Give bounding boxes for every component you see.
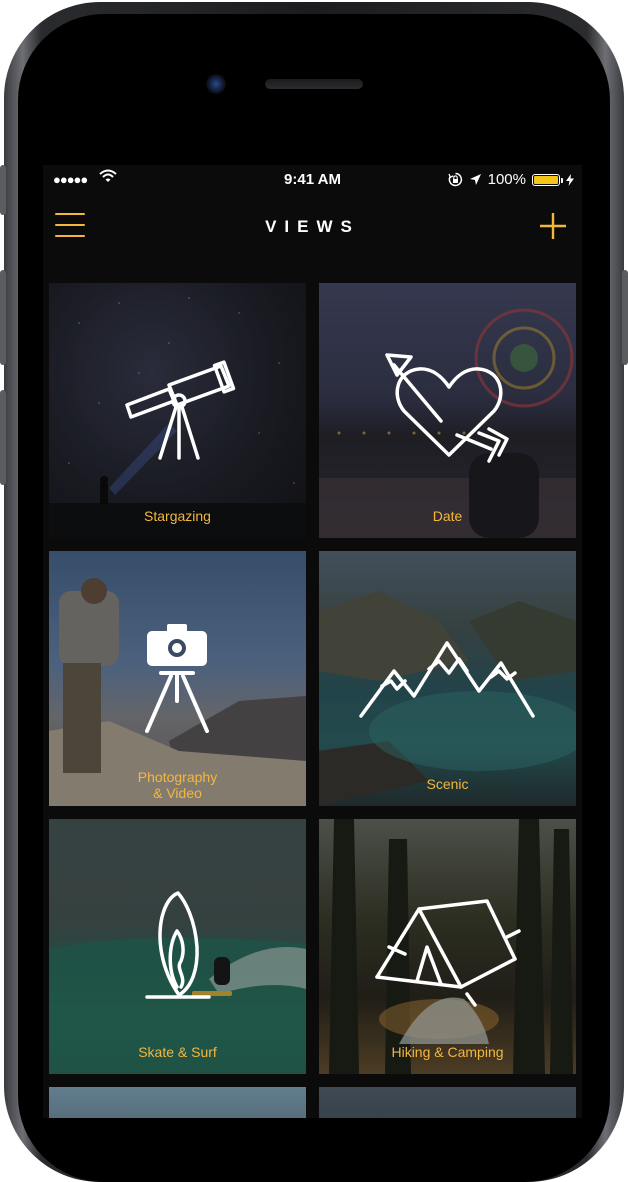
power-button [622,270,628,365]
heart-arrow-icon [385,353,509,463]
status-bar: ●●●●● 9:41 AM 100% [43,165,582,195]
tile-photography-video[interactable]: Photography & Video [49,551,306,806]
earpiece-speaker [265,79,363,89]
tile-skate-surf[interactable]: Skate & Surf [49,819,306,1074]
mountains-icon [359,641,535,718]
tile-label: Scenic [426,776,469,792]
nav-bar: VIEWS [43,195,582,265]
page-title: VIEWS [265,217,360,236]
tile-date[interactable]: Date [319,283,576,538]
tile-partial[interactable] [319,1087,576,1118]
partial-image [49,1087,306,1118]
battery-percent: 100% [487,171,526,188]
charging-bolt-icon [566,173,574,186]
volume-up-button [0,270,6,365]
surfboard-icon [145,891,211,999]
tile-partial[interactable] [49,1087,306,1118]
battery-icon [532,173,563,186]
tile-label: Stargazing [144,508,211,524]
partial-image [319,1087,576,1118]
tile-label-line2: & Video [153,785,202,801]
tile-scenic[interactable]: Scenic [319,551,576,806]
front-camera [206,74,226,94]
volume-down-button [0,390,6,485]
plus-icon [540,213,566,239]
battery-fill [534,175,558,184]
tile-label: Date [432,508,463,524]
app-screen: ●●●●● 9:41 AM 100% VIEWS Stargazing Date… [43,165,582,1118]
tile-hiking-camping[interactable]: Hiking & Camping [319,819,576,1074]
tile-stargazing[interactable]: Stargazing [49,283,306,538]
add-button[interactable] [538,211,568,241]
tile-label-multiline: Photography & Video [49,769,306,801]
orientation-lock-icon [448,172,462,187]
mute-switch [0,165,6,215]
tile-label: Hiking & Camping [391,1044,504,1060]
status-right: 100% [448,171,574,188]
location-arrow-icon [469,174,481,185]
tile-label: Skate & Surf [138,1044,217,1060]
camera-tripod-icon [145,624,209,733]
tent-icon [375,899,521,1007]
tile-label-line1: Photography [137,769,218,785]
telescope-icon [125,360,236,460]
